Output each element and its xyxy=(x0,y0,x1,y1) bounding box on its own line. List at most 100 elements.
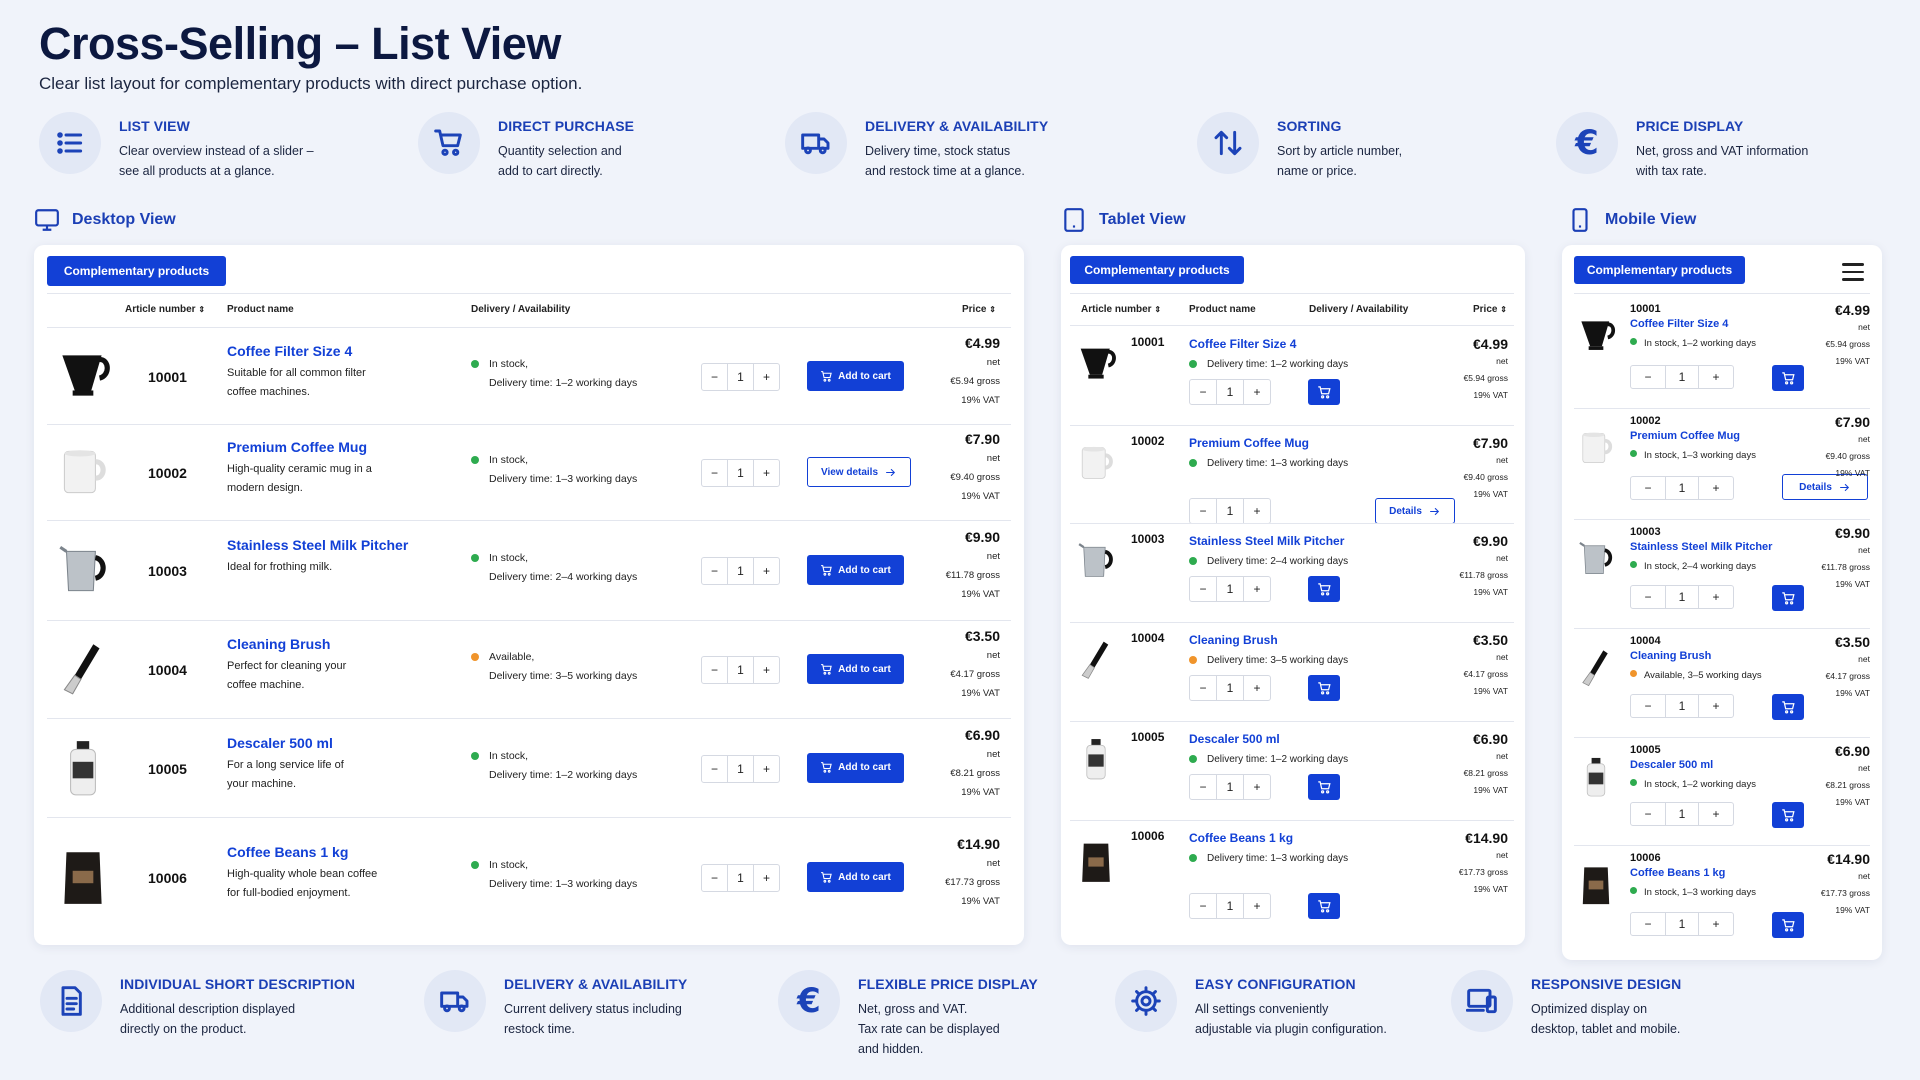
increase-button[interactable]: + xyxy=(1698,803,1733,825)
decrease-button[interactable]: − xyxy=(702,657,728,683)
increase-button[interactable]: + xyxy=(1698,695,1733,717)
product-name-link[interactable]: Cleaning Brush xyxy=(1189,633,1278,647)
decrease-button[interactable]: − xyxy=(1190,577,1217,601)
product-image[interactable] xyxy=(1574,311,1618,361)
decrease-button[interactable]: − xyxy=(702,558,728,584)
decrease-button[interactable]: − xyxy=(702,460,728,486)
decrease-button[interactable]: − xyxy=(1631,366,1666,388)
add-to-cart-button[interactable] xyxy=(1308,576,1340,602)
product-name-link[interactable]: Coffee Filter Size 4 xyxy=(1189,337,1296,351)
product-image[interactable] xyxy=(1574,423,1618,473)
quantity-input[interactable]: 1 xyxy=(728,558,753,584)
tab-complementary-products[interactable]: Complementary products xyxy=(1574,256,1745,284)
quantity-input[interactable]: 1 xyxy=(728,460,753,486)
product-name-link[interactable]: Premium Coffee Mug xyxy=(1630,430,1740,442)
product-name-link[interactable]: Cleaning Brush xyxy=(227,636,467,652)
decrease-button[interactable]: − xyxy=(1631,477,1666,499)
product-image[interactable] xyxy=(1073,732,1119,786)
quantity-input[interactable]: 1 xyxy=(1217,775,1243,799)
decrease-button[interactable]: − xyxy=(1631,803,1666,825)
decrease-button[interactable]: − xyxy=(1190,775,1217,799)
product-name-link[interactable]: Premium Coffee Mug xyxy=(1189,436,1309,450)
add-to-cart-button[interactable]: Add to cart xyxy=(807,361,904,391)
product-name-link[interactable]: Coffee Beans 1 kg xyxy=(1630,867,1725,879)
quantity-input[interactable]: 1 xyxy=(1666,803,1698,825)
increase-button[interactable]: + xyxy=(753,460,779,486)
product-image[interactable] xyxy=(1574,860,1618,910)
increase-button[interactable]: + xyxy=(1243,499,1270,523)
product-name-link[interactable]: Descaler 500 ml xyxy=(1189,732,1280,746)
column-product-name[interactable]: Product name xyxy=(227,304,294,315)
increase-button[interactable]: + xyxy=(1243,577,1270,601)
quantity-input[interactable]: 1 xyxy=(1217,577,1243,601)
quantity-input[interactable]: 1 xyxy=(1217,499,1243,523)
product-image[interactable] xyxy=(1574,752,1618,802)
product-image[interactable] xyxy=(52,737,114,799)
increase-button[interactable]: + xyxy=(753,755,779,782)
product-name-link[interactable]: Coffee Beans 1 kg xyxy=(1189,831,1293,845)
decrease-button[interactable]: − xyxy=(1631,913,1666,935)
tab-complementary-products[interactable]: Complementary products xyxy=(47,256,226,286)
product-name-link[interactable]: Stainless Steel Milk Pitcher xyxy=(1630,541,1772,553)
quantity-input[interactable]: 1 xyxy=(728,657,753,683)
product-image[interactable] xyxy=(52,539,114,601)
column-price[interactable]: Price ⇕ xyxy=(1473,304,1507,315)
product-name-link[interactable]: Cleaning Brush xyxy=(1630,650,1711,662)
increase-button[interactable]: + xyxy=(753,558,779,584)
quantity-input[interactable]: 1 xyxy=(728,865,753,891)
decrease-button[interactable]: − xyxy=(1190,676,1217,700)
increase-button[interactable]: + xyxy=(753,865,779,891)
quantity-input[interactable]: 1 xyxy=(1217,894,1243,918)
add-to-cart-button[interactable] xyxy=(1308,774,1340,800)
menu-icon[interactable] xyxy=(1842,258,1864,286)
product-image[interactable] xyxy=(52,638,114,700)
product-name-link[interactable]: Stainless Steel Milk Pitcher xyxy=(1189,534,1344,548)
product-image[interactable] xyxy=(52,441,114,503)
decrease-button[interactable]: − xyxy=(702,865,728,891)
column-article-number[interactable]: Article number ⇕ xyxy=(125,304,205,315)
product-image[interactable] xyxy=(1574,643,1618,693)
quantity-input[interactable]: 1 xyxy=(1666,366,1698,388)
add-to-cart-button[interactable] xyxy=(1308,675,1340,701)
increase-button[interactable]: + xyxy=(1243,894,1270,918)
add-to-cart-button[interactable] xyxy=(1308,379,1340,405)
decrease-button[interactable]: − xyxy=(1631,695,1666,717)
product-image[interactable] xyxy=(52,846,114,908)
quantity-input[interactable]: 1 xyxy=(728,364,753,390)
view-details-button[interactable]: View details xyxy=(807,457,911,487)
product-image[interactable] xyxy=(1073,337,1119,391)
product-name-link[interactable]: Descaler 500 ml xyxy=(227,735,467,751)
product-name-link[interactable]: Coffee Filter Size 4 xyxy=(227,343,467,359)
quantity-input[interactable]: 1 xyxy=(1666,913,1698,935)
increase-button[interactable]: + xyxy=(1698,366,1733,388)
increase-button[interactable]: + xyxy=(1698,477,1733,499)
add-to-cart-button[interactable]: Add to cart xyxy=(807,654,904,684)
tab-complementary-products[interactable]: Complementary products xyxy=(1070,256,1244,284)
add-to-cart-button[interactable]: Add to cart xyxy=(807,862,904,892)
quantity-input[interactable]: 1 xyxy=(1666,477,1698,499)
add-to-cart-button[interactable]: Add to cart xyxy=(807,555,904,585)
quantity-input[interactable]: 1 xyxy=(1217,380,1243,404)
decrease-button[interactable]: − xyxy=(1190,894,1217,918)
decrease-button[interactable]: − xyxy=(702,755,728,782)
decrease-button[interactable]: − xyxy=(1631,586,1666,608)
product-name-link[interactable]: Stainless Steel Milk Pitcher xyxy=(227,537,467,553)
product-image[interactable] xyxy=(1073,436,1119,490)
quantity-input[interactable]: 1 xyxy=(1666,695,1698,717)
increase-button[interactable]: + xyxy=(1243,775,1270,799)
product-image[interactable] xyxy=(1073,534,1119,588)
add-to-cart-button[interactable]: Add to cart xyxy=(807,752,904,783)
product-image[interactable] xyxy=(1073,633,1119,687)
decrease-button[interactable]: − xyxy=(1190,499,1217,523)
quantity-input[interactable]: 1 xyxy=(1666,586,1698,608)
increase-button[interactable]: + xyxy=(753,657,779,683)
decrease-button[interactable]: − xyxy=(702,364,728,390)
increase-button[interactable]: + xyxy=(1243,676,1270,700)
product-image[interactable] xyxy=(1073,835,1119,889)
product-name-link[interactable]: Premium Coffee Mug xyxy=(227,439,467,455)
increase-button[interactable]: + xyxy=(1698,913,1733,935)
add-to-cart-button[interactable] xyxy=(1308,893,1340,919)
column-article-number[interactable]: Article number ⇕ xyxy=(1081,304,1161,315)
quantity-input[interactable]: 1 xyxy=(1217,676,1243,700)
increase-button[interactable]: + xyxy=(753,364,779,390)
